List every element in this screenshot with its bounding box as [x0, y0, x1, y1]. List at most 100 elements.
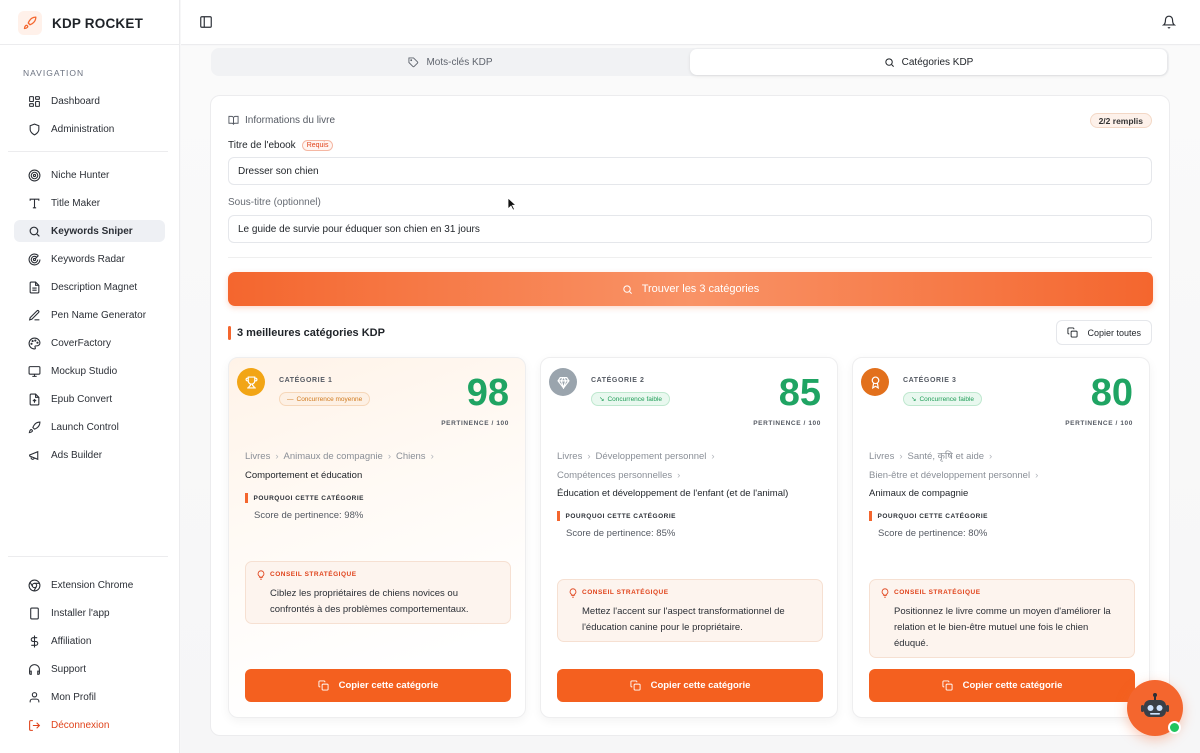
crumb-line: Comportement et éducation [245, 467, 517, 486]
megaphone-icon [29, 450, 39, 460]
competition-badge: — Concurrence moyenne [279, 392, 371, 406]
tip-text: Positionnez le livre comme un moyen d'am… [894, 606, 1111, 649]
crumb: Éducation et développement de l'enfant (… [557, 488, 789, 499]
tab-bar: Mots-clés KDP Catégories KDP [211, 48, 1169, 76]
strategic-tip: CONSEIL STRATÉGIQUE Ciblez les propriéta… [245, 561, 511, 624]
headphones-icon [29, 663, 40, 675]
award-icon [549, 368, 577, 396]
copy-all-button[interactable]: Copier toutes [1056, 320, 1152, 345]
crumb: Bien-être et développement personnel [869, 469, 1031, 481]
sidebar-item-label: Niche Hunter [51, 169, 110, 181]
title-label-text: Titre de l'ebook [228, 140, 296, 151]
copy-button-label: Copier cette catégorie [338, 680, 439, 691]
tip-title: CONSEIL STRATÉGIQUE [270, 571, 357, 578]
phone-icon [30, 607, 39, 619]
category-number: CATÉGORIE 1 [279, 377, 333, 384]
category-card-1: CATÉGORIE 1 — Concurrence moyenne 98 PER… [228, 357, 526, 718]
sidebar-toggle-icon[interactable] [199, 15, 213, 29]
why-text: Score de pertinence: 85% [566, 528, 676, 539]
online-status-dot [1168, 721, 1181, 734]
sidebar-item-launch-control[interactable]: Launch Control [14, 416, 165, 438]
sidebar-item-epub-convert[interactable]: Epub Convert [14, 388, 165, 410]
sidebar-item-pen-name-generator[interactable]: Pen Name Generator [14, 304, 165, 326]
brand[interactable]: KDP ROCKET [18, 9, 143, 37]
relevance-score: 85 [778, 372, 821, 414]
category-number: CATÉGORIE 3 [903, 377, 957, 384]
accent-bar [228, 325, 231, 340]
copy-button-label: Copier cette catégorie [650, 680, 751, 691]
copy-category-button[interactable]: Copier cette catégorie [245, 669, 511, 702]
sidebar-item-keywords-sniper[interactable]: Keywords Sniper [14, 220, 165, 242]
sidebar-item-ads-builder[interactable]: Ads Builder [14, 444, 165, 466]
sidebar-item-keywords-radar[interactable]: Keywords Radar [14, 248, 165, 270]
category-card-3: CATÉGORIE 3 ↘ Concurrence faible 80 PERT… [852, 357, 1150, 718]
copy-icon [1067, 327, 1079, 338]
competition-badge: ↘ Concurrence faible [591, 392, 671, 406]
sidebar-item-label: Mockup Studio [51, 365, 118, 377]
tip-title: CONSEIL STRATÉGIQUE [894, 589, 981, 596]
section-title: Informations du livre [228, 115, 335, 126]
copy-icon [942, 680, 953, 691]
sidebar-item-administration[interactable]: Administration [14, 118, 165, 140]
search-icon [29, 226, 40, 237]
dollar-icon [30, 635, 39, 647]
sidebar-item-label: Pen Name Generator [51, 309, 147, 321]
copy-button-label: Copier cette catégorie [962, 680, 1063, 691]
strategic-tip: CONSEIL STRATÉGIQUE Mettez l'accent sur … [557, 579, 823, 642]
sidebar-item-label: Keywords Sniper [51, 225, 133, 237]
nav-group-main: Dashboard Administration [14, 90, 165, 146]
category-breadcrumb: Livres › Santé, कृषि et aide › Bien-être et… [869, 448, 1141, 504]
crumb: Livres [557, 451, 583, 462]
trend-down-icon: ↘ [599, 396, 605, 403]
crumb: Livres [869, 451, 895, 462]
nav-group-account: Extension Chrome Installer l'app Affilia… [14, 574, 165, 742]
radar-icon [28, 253, 41, 265]
nav-group-tools: Niche Hunter Title Maker Keywords Sniper… [14, 164, 165, 472]
lightbulb-icon [569, 588, 577, 598]
find-categories-button[interactable]: Trouver les 3 catégories [228, 272, 1153, 306]
search-icon [623, 284, 632, 294]
sidebar-item-affiliation[interactable]: Affiliation [14, 630, 165, 652]
subtitle-label: Sous-titre (optionnel) [228, 197, 321, 208]
title-input[interactable]: Dresser son chien [228, 157, 1152, 185]
sidebar-item-support[interactable]: Support [14, 658, 165, 680]
tab-categories[interactable]: Catégories KDP [690, 49, 1167, 75]
main-content: Mots-clés KDP Catégories KDP Information… [181, 46, 1200, 753]
sidebar-item-mockup-studio[interactable]: Mockup Studio [14, 360, 165, 382]
copy-category-button[interactable]: Copier cette catégorie [557, 669, 823, 702]
relevance-score: 98 [466, 372, 509, 414]
sidebar-item-coverfactory[interactable]: CoverFactory [14, 332, 165, 354]
grid-icon [29, 95, 40, 107]
tip-title: CONSEIL STRATÉGIQUE [582, 589, 669, 596]
logout-icon [29, 719, 41, 731]
sidebar-item-label: Déconnexion [51, 719, 110, 731]
sidebar-item-installer-app[interactable]: Installer l'app [14, 602, 165, 624]
sidebar-item-description-magnet[interactable]: Description Magnet [14, 276, 165, 298]
tag-icon [408, 56, 419, 67]
filled-badge: 2/2 remplis [1089, 113, 1152, 128]
competition-text: Concurrence faible [919, 395, 975, 403]
score-label: PERTINENCE / 100 [441, 420, 509, 427]
subtitle-input[interactable]: Le guide de survie pour éduquer son chie… [228, 215, 1152, 243]
tab-mots-cles[interactable]: Mots-clés KDP [213, 49, 688, 75]
competition-badge: ↘ Concurrence faible [903, 392, 983, 406]
sidebar-item-niche-hunter[interactable]: Niche Hunter [14, 164, 165, 186]
tab-label: Catégories KDP [901, 56, 974, 68]
competition-text: Concurrence faible [607, 395, 663, 403]
sidebar-item-mon-profil[interactable]: Mon Profil [14, 686, 165, 708]
pen-icon [28, 309, 40, 321]
search-icon [884, 57, 894, 67]
sidebar-item-title-maker[interactable]: Title Maker [14, 192, 165, 214]
why-label: POURQUOI CETTE CATÉGORIE [869, 511, 988, 521]
sidebar-item-extension-chrome[interactable]: Extension Chrome [14, 574, 165, 596]
category-number: CATÉGORIE 2 [591, 377, 645, 384]
competition-text: Concurrence moyenne [296, 395, 363, 403]
category-breadcrumb: Livres › Animaux de compagnie › Chiens › Comp… [245, 448, 517, 485]
sidebar-item-dashboard[interactable]: Dashboard [14, 90, 165, 112]
crumb: Livres [245, 451, 271, 462]
sidebar-item-deconnexion[interactable]: Déconnexion [14, 714, 165, 736]
bell-icon[interactable] [1162, 15, 1176, 29]
copy-category-button[interactable]: Copier cette catégorie [869, 669, 1135, 702]
robot-icon [1141, 693, 1169, 717]
why-text: Score de pertinence: 80% [878, 528, 988, 539]
